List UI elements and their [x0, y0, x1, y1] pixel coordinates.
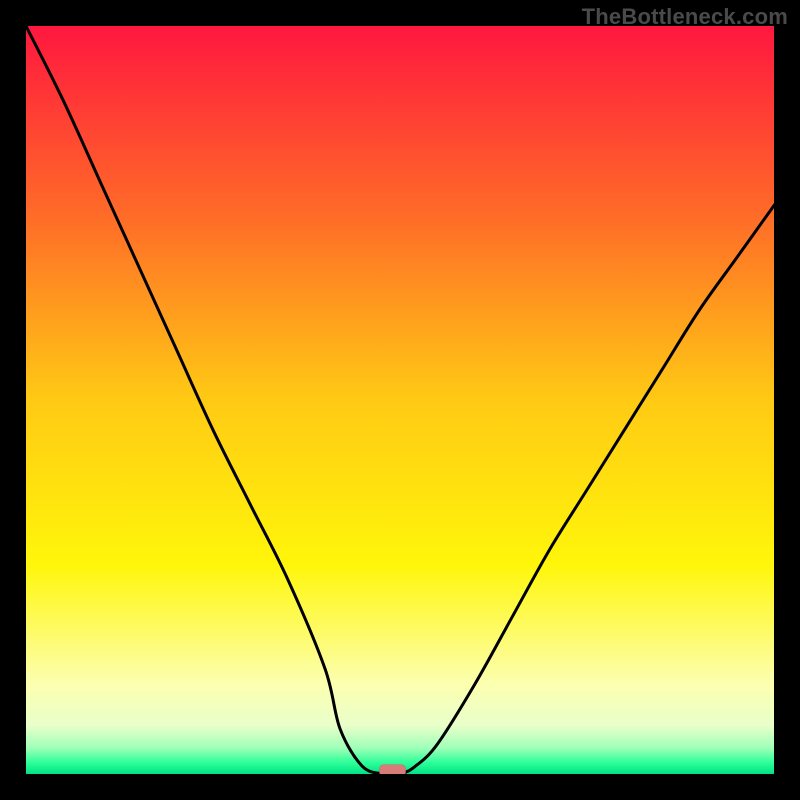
watermark-text: TheBottleneck.com	[582, 4, 788, 30]
chart-svg	[26, 26, 774, 774]
gradient-background	[26, 26, 774, 774]
optimum-marker	[380, 765, 406, 774]
bottleneck-chart	[26, 26, 774, 774]
